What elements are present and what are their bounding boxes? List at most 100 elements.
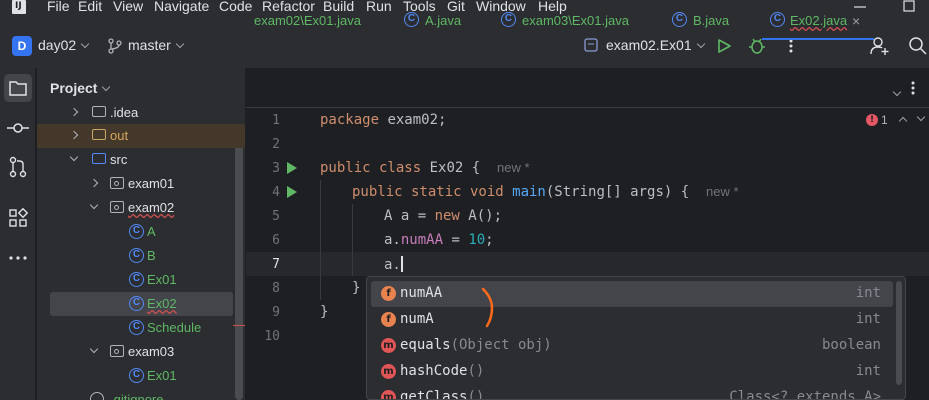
chevron-down-icon <box>175 39 185 49</box>
popup-scrollbar[interactable] <box>896 281 902 385</box>
structure-tool-button[interactable] <box>4 204 32 232</box>
code-line-5: A a = new A(); <box>384 208 503 224</box>
indent-guide <box>320 180 321 300</box>
tree-item-class-a[interactable]: C A <box>37 220 237 244</box>
completion-item[interactable]: f numA int <box>367 307 897 333</box>
more-horizontal-icon <box>9 256 27 260</box>
field-icon: f <box>381 286 396 301</box>
run-main-gutter-icon[interactable] <box>287 186 297 198</box>
line-number: 8 <box>272 281 280 296</box>
completion-item[interactable]: m equals(Object obj) boolean <box>367 333 897 359</box>
pull-requests-tool-button[interactable] <box>4 153 32 181</box>
field-icon: f <box>381 312 396 327</box>
package-icon <box>110 201 124 213</box>
menu-file[interactable]: File <box>47 0 70 14</box>
code-line-9: } <box>320 304 329 320</box>
runnable-class-icon: C <box>129 272 144 287</box>
editor-tab-bar <box>246 68 929 108</box>
code-line-3: public class Ex02 { new * <box>320 160 530 176</box>
ignore-file-icon <box>90 392 104 400</box>
commit-icon <box>7 123 29 133</box>
more-actions-icon[interactable] <box>788 38 794 54</box>
line-number: 10 <box>264 329 280 344</box>
tree-item-ex01[interactable]: C Ex01 <box>37 268 237 292</box>
chevron-down-icon <box>696 39 705 49</box>
class-icon: C <box>672 12 687 27</box>
more-actions-icon[interactable] <box>910 80 916 96</box>
run-class-gutter-icon[interactable] <box>287 162 297 174</box>
project-panel-title[interactable]: Project <box>50 80 111 96</box>
annotation-stroke <box>481 287 494 328</box>
close-icon[interactable]: × <box>852 13 860 29</box>
runnable-class-icon: C <box>501 12 516 27</box>
chevron-down-icon <box>89 344 99 354</box>
completion-item[interactable]: m hashCode() int <box>367 359 897 385</box>
tree-item-exam03-ex01[interactable]: C Ex01 <box>37 364 237 388</box>
tree-item-gitignore[interactable]: .gitignore <box>37 388 237 400</box>
tree-item-exam02[interactable]: exam02 <box>37 196 237 220</box>
runnable-class-icon: C <box>129 296 144 311</box>
completion-item[interactable]: m getClass() Class<? extends A> <box>367 385 897 399</box>
menu-help[interactable]: Help <box>538 0 567 14</box>
class-icon: C <box>129 320 144 335</box>
project-tool-button[interactable] <box>4 74 32 102</box>
chevron-right-icon <box>69 130 79 140</box>
project-switcher[interactable]: day02 <box>38 37 90 53</box>
menu-window[interactable]: Window <box>476 0 526 14</box>
branch-icon <box>108 38 122 54</box>
method-icon: m <box>381 364 396 379</box>
tree-item-ex02[interactable]: C Ex02 <box>50 292 233 316</box>
line-number: 1 <box>272 113 280 128</box>
current-line-highlight <box>246 252 929 276</box>
line-number: 2 <box>272 137 280 152</box>
package-icon <box>110 177 124 189</box>
folder-icon <box>92 129 106 140</box>
code-line-7[interactable]: a. <box>384 256 403 273</box>
menu-edit[interactable]: Edit <box>78 0 102 14</box>
tree-item-idea[interactable]: .idea <box>37 101 237 125</box>
line-number: 9 <box>272 305 280 320</box>
branch-switcher[interactable]: master <box>128 37 185 53</box>
completion-popup[interactable]: f numAA int f numA int m equals(Object o… <box>366 276 906 400</box>
line-number: 4 <box>272 185 280 200</box>
author-hint: new * <box>497 160 530 175</box>
run-icon[interactable] <box>716 38 732 54</box>
package-icon <box>110 345 124 357</box>
commit-tool-button[interactable] <box>4 114 32 142</box>
search-icon[interactable] <box>908 36 928 56</box>
more-tools-button[interactable] <box>4 244 32 272</box>
tree-item-exam01[interactable]: exam01 <box>37 172 237 196</box>
menu-run[interactable]: Run <box>366 0 392 14</box>
menu-build[interactable]: Build <box>323 0 354 14</box>
method-icon: m <box>381 338 396 353</box>
menu-navigate[interactable]: Navigate <box>154 0 209 14</box>
tree-item-src[interactable]: src <box>37 148 237 172</box>
app-logo-icon[interactable]: IJ <box>12 0 26 14</box>
runnable-class-icon: C <box>770 12 785 27</box>
project-badge[interactable]: D <box>12 36 32 56</box>
chevron-right-icon <box>89 178 99 188</box>
tree-item-schedule[interactable]: C Schedule <box>37 316 237 340</box>
chevron-down-icon <box>80 39 90 49</box>
error-icon[interactable]: ! <box>866 114 878 126</box>
code-line-6: a.numAA = 10; <box>384 232 494 248</box>
completion-item[interactable]: f numAA int <box>371 281 893 307</box>
problems-count[interactable]: 1 <box>881 113 888 127</box>
menu-git[interactable]: Git <box>447 0 465 14</box>
tree-item-out[interactable]: out <box>37 124 245 148</box>
chevron-down-icon <box>102 82 111 92</box>
line-number: 3 <box>272 161 280 176</box>
menu-refactor[interactable]: Refactor <box>262 0 315 14</box>
error-stripe <box>233 325 245 326</box>
run-config-icon <box>584 38 598 52</box>
chevron-down-icon <box>69 152 79 162</box>
tree-item-class-b[interactable]: C B <box>37 244 237 268</box>
menu-view[interactable]: View <box>113 0 143 14</box>
chevron-down-icon <box>89 200 99 210</box>
menu-code[interactable]: Code <box>219 0 252 14</box>
tree-item-exam03[interactable]: exam03 <box>37 340 237 364</box>
code-line-4: public static void main(String[] args) {… <box>352 184 739 200</box>
line-number: 5 <box>272 209 280 224</box>
run-config-selector[interactable]: exam02.Ex01 <box>606 37 705 53</box>
tab-ex02-java[interactable]: C Ex02.java × <box>762 0 874 40</box>
